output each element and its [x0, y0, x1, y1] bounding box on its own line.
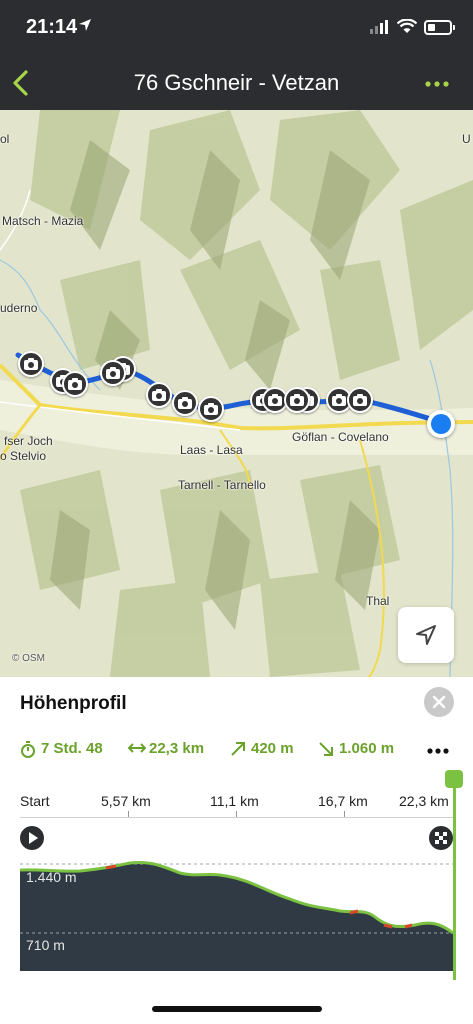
close-icon — [432, 695, 446, 709]
play-icon — [29, 832, 38, 844]
photo-marker[interactable] — [146, 382, 172, 408]
stat-ascent-value: 420 m — [251, 740, 294, 757]
photo-marker[interactable] — [198, 396, 224, 422]
navigation-arrow-icon — [416, 625, 436, 645]
nav-bar: 76 Gschneir - Vetzan — [0, 56, 473, 110]
photo-marker[interactable] — [284, 387, 310, 413]
elevation-panel: Höhenprofil 7 Std. 48 22,3 km 420 m 1.06… — [0, 677, 473, 1024]
place-label: o Stelvio — [0, 449, 47, 463]
battery-icon — [424, 20, 455, 35]
stat-descent-value: 1.060 m — [339, 740, 395, 757]
place-label: uderno — [0, 301, 38, 315]
checkered-flag-icon — [435, 832, 447, 844]
place-label: Göflan - Covelano — [292, 430, 389, 444]
axis-tick: 22,3 km — [399, 793, 449, 809]
camera-icon — [353, 394, 367, 406]
camera-icon — [204, 403, 218, 415]
camera-icon — [268, 394, 282, 406]
camera-icon — [24, 358, 38, 370]
axis-notch — [128, 811, 129, 817]
distance-arrows-icon — [128, 743, 146, 753]
axis-notch — [344, 811, 345, 817]
place-label: ol — [0, 132, 10, 146]
photo-marker[interactable] — [172, 390, 198, 416]
place-label: Matsch - Mazia — [2, 214, 84, 228]
descent-arrow-icon — [319, 742, 333, 756]
status-bar: 21:14 — [0, 0, 473, 56]
camera-icon — [106, 367, 120, 379]
camera-icon — [290, 394, 304, 406]
locate-me-button[interactable] — [398, 607, 454, 663]
photo-marker[interactable] — [62, 371, 88, 397]
camera-icon — [68, 378, 82, 390]
home-indicator[interactable] — [152, 1006, 322, 1012]
axis-tick: Start — [20, 793, 50, 809]
place-label: Thal — [366, 594, 390, 608]
map-attribution: © OSM — [12, 653, 45, 664]
cellular-signal-icon — [370, 20, 388, 34]
page-title: 76 Gschneir - Vetzan — [133, 70, 340, 95]
axis-tick: 11,1 km — [210, 793, 259, 809]
back-chevron-icon[interactable] — [8, 66, 38, 100]
axis-notch — [236, 811, 237, 817]
elevation-label-low: 710 m — [26, 937, 65, 953]
stat-duration-value: 7 Std. 48 — [41, 740, 103, 757]
distance-axis: Start 5,57 km 11,1 km 16,7 km 22,3 km — [0, 790, 473, 810]
camera-icon — [178, 397, 192, 409]
axis-tick: 16,7 km — [318, 793, 368, 809]
place-label: U — [462, 132, 471, 146]
current-position-marker — [427, 410, 455, 438]
camera-icon — [152, 389, 166, 401]
place-label: Laas - Lasa — [180, 443, 243, 457]
elevation-label-high: 1.440 m — [26, 869, 77, 885]
wifi-icon — [397, 19, 417, 33]
stat-distance-value: 22,3 km — [149, 740, 205, 757]
scrubber-line[interactable] — [453, 775, 456, 980]
elevation-chart[interactable]: 1.440 m 710 m — [20, 821, 453, 971]
route-map[interactable]: Matsch - Mazia uderno ol fser Joch o Ste… — [0, 110, 473, 677]
start-flag — [20, 826, 44, 850]
photo-marker[interactable] — [18, 351, 44, 377]
place-label: fser Joch — [4, 434, 53, 448]
photo-marker[interactable] — [347, 387, 373, 413]
ascent-arrow-icon — [231, 742, 245, 756]
axis-tick: 5,57 km — [101, 793, 151, 809]
elevation-graph — [20, 861, 453, 971]
place-label: Tarnell - Tarnello — [178, 478, 266, 492]
close-button[interactable] — [424, 687, 454, 717]
stats-more-icon[interactable] — [426, 747, 450, 755]
status-time: 21:14 — [26, 16, 78, 38]
photo-marker[interactable] — [100, 360, 126, 386]
more-options-icon[interactable] — [422, 74, 452, 94]
camera-icon — [332, 394, 346, 406]
stopwatch-icon — [21, 741, 35, 758]
finish-flag — [429, 826, 453, 850]
axis-line — [20, 817, 453, 818]
panel-heading: Höhenprofil — [20, 693, 127, 714]
location-arrow-icon — [79, 19, 91, 31]
